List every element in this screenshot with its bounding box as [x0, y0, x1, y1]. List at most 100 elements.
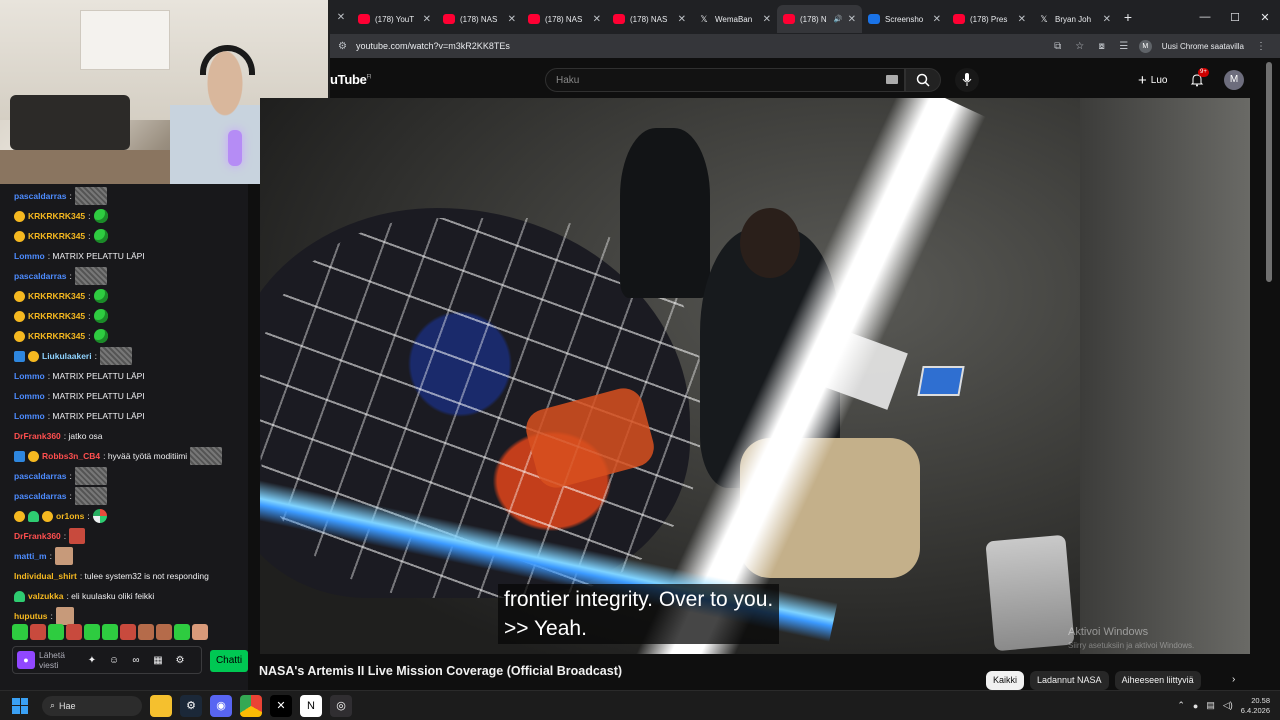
search-input[interactable]: [546, 69, 866, 91]
video-player[interactable]: frontier integrity. Over to you. >> Yeah…: [260, 98, 1250, 654]
minimize-icon[interactable]: —: [1190, 11, 1220, 24]
chat-username[interactable]: valzukka: [28, 586, 63, 606]
extensions-icon[interactable]: ⧇: [1091, 41, 1113, 52]
chat-badge-icon[interactable]: [28, 350, 39, 362]
chat-emote-icon[interactable]: [74, 467, 107, 485]
chat-badge-icon[interactable]: [28, 510, 39, 522]
chat-username[interactable]: pascaldarras: [14, 466, 66, 486]
network-icon[interactable]: ▤: [1206, 700, 1215, 711]
voice-search-button[interactable]: [955, 68, 979, 92]
chat-username[interactable]: pascaldarras: [14, 266, 66, 286]
chat-emote-icon[interactable]: [190, 447, 223, 465]
close-tab-icon[interactable]: ✕: [423, 14, 431, 25]
chat-username[interactable]: DrFrank360: [14, 526, 61, 546]
new-tab-button[interactable]: +: [1117, 9, 1139, 25]
x-app-icon[interactable]: ✕: [270, 694, 292, 717]
chat-username[interactable]: Liukulaakeri: [42, 346, 92, 366]
close-window-icon[interactable]: ✕: [1250, 11, 1280, 24]
emote-icon[interactable]: [120, 624, 136, 640]
obs-icon[interactable]: ◎: [330, 694, 352, 717]
emote-icon[interactable]: [48, 624, 64, 640]
taskbar-search[interactable]: ⌕ Hae: [42, 695, 142, 716]
close-tab-icon[interactable]: ✕: [593, 14, 601, 25]
chat-username[interactable]: KRKRKRK345: [28, 226, 85, 246]
chevron-right-icon[interactable]: ›: [1232, 674, 1235, 685]
tab-search-icon[interactable]: ☰: [1113, 41, 1135, 52]
close-icon[interactable]: ✕: [330, 12, 352, 23]
chevron-up-icon[interactable]: ⌃: [1177, 700, 1185, 711]
chat-username[interactable]: Lommo: [14, 406, 45, 426]
chat-username[interactable]: KRKRKRK345: [28, 326, 85, 346]
chat-badge-icon[interactable]: [42, 510, 53, 522]
page-scrollbar[interactable]: [1266, 62, 1272, 282]
close-tab-icon[interactable]: ✕: [848, 14, 856, 25]
close-tab-icon[interactable]: ✕: [678, 14, 686, 25]
close-tab-icon[interactable]: ✕: [508, 14, 516, 25]
site-info-icon[interactable]: ⚙: [338, 41, 352, 52]
clock[interactable]: 20.58 6.4.2026: [1241, 696, 1270, 716]
chat-emote-icon[interactable]: [69, 528, 86, 544]
channel-points-icon[interactable]: ∞: [127, 655, 145, 666]
chat-settings-icon[interactable]: ⚙: [171, 655, 189, 666]
chat-username[interactable]: pascaldarras: [14, 186, 66, 206]
chat-voice-icon[interactable]: ●: [17, 651, 35, 669]
emote-icon[interactable]: [138, 624, 154, 640]
chat-emote-icon[interactable]: [93, 209, 108, 223]
install-app-icon[interactable]: ⧉: [1047, 41, 1069, 52]
windows-start-icon[interactable]: [12, 697, 28, 714]
chat-username[interactable]: KRKRKRK345: [28, 306, 85, 326]
chat-badge-icon[interactable]: [14, 290, 25, 302]
chat-username[interactable]: KRKRKRK345: [28, 286, 85, 306]
microphone-tray-icon[interactable]: ●: [1193, 701, 1198, 711]
browser-tab[interactable]: (178) N 🔊 ✕: [777, 5, 862, 33]
chat-username[interactable]: Lommo: [14, 246, 45, 266]
chat-badge-icon[interactable]: [14, 230, 25, 242]
browser-tab[interactable]: (178) NAS ✕: [437, 5, 522, 33]
chat-badge-icon[interactable]: [14, 510, 25, 522]
emote-icon[interactable]: [174, 624, 190, 640]
volume-icon[interactable]: ◁): [1223, 700, 1233, 711]
kebab-menu-icon[interactable]: ⋮: [1250, 41, 1272, 52]
chat-emote-icon[interactable]: [92, 509, 107, 523]
chat-badge-icon[interactable]: [14, 450, 25, 462]
youtube-logo[interactable]: uTubeFI: [330, 72, 372, 87]
url-field[interactable]: youtube.com/watch?v=m3kR2KK8TEs: [356, 41, 1047, 51]
chat-username[interactable]: matti_m: [14, 546, 47, 566]
browser-tab[interactable]: (178) Pres ✕: [947, 5, 1032, 33]
maximize-icon[interactable]: ☐: [1220, 11, 1250, 24]
chat-input[interactable]: ● Lähetä viesti ✦ ☺ ∞ ▦ ⚙: [12, 646, 202, 674]
chat-send-button[interactable]: Chatti: [210, 650, 248, 672]
search-button[interactable]: [905, 68, 941, 92]
chat-emote-icon[interactable]: [74, 187, 107, 205]
chat-badge-icon[interactable]: [14, 210, 25, 222]
create-button[interactable]: + Luo: [1130, 70, 1175, 90]
close-tab-icon[interactable]: ✕: [1018, 14, 1026, 25]
emote-icon[interactable]: [12, 624, 28, 640]
emote-icon[interactable]: [192, 624, 208, 640]
emote-picker-icon[interactable]: ☺: [105, 655, 123, 666]
bits-icon[interactable]: ✦: [83, 655, 101, 666]
chat-badge-icon[interactable]: [14, 330, 25, 342]
chip-all[interactable]: Kaikki: [986, 671, 1025, 690]
chrome-icon[interactable]: [240, 694, 262, 717]
chat-badge-icon[interactable]: [14, 350, 25, 362]
file-explorer-icon[interactable]: [150, 694, 172, 717]
profile-avatar[interactable]: M: [1138, 39, 1152, 53]
browser-tab[interactable]: 𝕏 WemaBan ✕: [692, 5, 777, 33]
chat-username[interactable]: huputus: [14, 606, 48, 626]
chat-username[interactable]: or1ons: [56, 506, 84, 526]
chat-username[interactable]: Lommo: [14, 366, 45, 386]
emote-icon[interactable]: [84, 624, 100, 640]
browser-tab[interactable]: (178) YouT ✕: [352, 5, 437, 33]
emote-icon[interactable]: [66, 624, 82, 640]
bookmark-star-icon[interactable]: ☆: [1069, 41, 1091, 52]
chat-emote-icon[interactable]: [74, 487, 107, 505]
chat-emote-icon[interactable]: [93, 329, 108, 343]
chat-emote-icon[interactable]: [93, 309, 108, 323]
store-icon[interactable]: ▦: [149, 655, 167, 666]
chat-badge-icon[interactable]: [28, 450, 39, 462]
chat-username[interactable]: Lommo: [14, 386, 45, 406]
chat-username[interactable]: Robbs3n_CB4: [42, 446, 100, 466]
chat-badge-icon[interactable]: [14, 590, 25, 602]
chrome-update-button[interactable]: Uusi Chrome saatavilla: [1156, 42, 1250, 51]
